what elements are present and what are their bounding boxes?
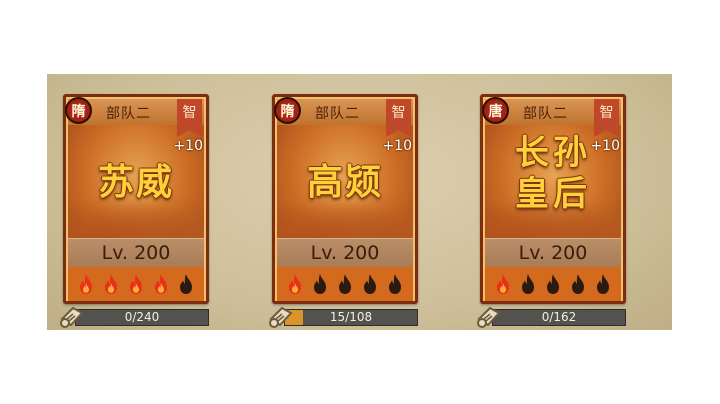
fragment-count: 15/108 [329,310,373,324]
troop-label: 部队二 [315,106,360,122]
fragment-count: 0/162 [541,310,577,324]
attribute-label: 智 [182,105,197,121]
flame-star-empty-icon [522,274,535,294]
hero-name-line: 皇后 [515,174,591,214]
card-frame: 部队二 智 +10 长孙 皇后 Lv. 200 [483,97,623,301]
flame-star-empty-icon [596,274,609,294]
flame-star-lit-icon [129,274,142,294]
flame-star-empty-icon [388,274,401,294]
flame-star-lit-icon [497,274,510,294]
flame-star-lit-icon [105,274,118,294]
dynasty-seal: 隋 [274,97,301,124]
fragment-progress: 0/240 [59,306,209,328]
fragment-scroll-icon [477,306,501,328]
hero-card-1[interactable]: 部队二 智 +10 苏威 Lv. 200 隋 [63,94,209,304]
star-rating [277,267,413,301]
hero-name-line: 高颎 [306,161,383,203]
hero-card-3[interactable]: 部队二 智 +10 长孙 皇后 Lv. 200 唐 [480,94,626,304]
fragment-progress: 15/108 [268,306,418,328]
troop-label: 部队二 [106,106,151,122]
attribute-bonus: +10 [173,138,203,154]
level-label: Lv. 200 [68,238,204,267]
flame-star-lit-icon [80,274,93,294]
hero-name: 高颎 [277,153,413,205]
attribute-bonus: +10 [590,138,620,154]
card-frame: 部队二 智 +10 苏威 Lv. 200 [66,97,206,301]
flame-star-empty-icon [179,274,192,294]
hero-name: 苏威 [68,153,204,205]
hero-panel: 部队二 智 +10 苏威 Lv. 200 隋 0/240 部队二 智 +10 高… [47,74,672,330]
flame-star-lit-icon [289,274,302,294]
attribute-bonus: +10 [382,138,412,154]
star-rating [485,267,621,301]
card-frame: 部队二 智 +10 高颎 Lv. 200 [275,97,415,301]
dynasty-seal: 唐 [482,97,509,124]
attribute-label: 智 [391,105,406,121]
flame-star-empty-icon [363,274,376,294]
star-rating [68,267,204,301]
fragment-scroll-icon [60,306,84,328]
flame-star-empty-icon [338,274,351,294]
hero-card-2[interactable]: 部队二 智 +10 高颎 Lv. 200 隋 [272,94,418,304]
flame-star-empty-icon [314,274,327,294]
flame-star-empty-icon [546,274,559,294]
fragment-progress: 0/162 [476,306,626,328]
troop-label: 部队二 [523,106,568,122]
attribute-label: 智 [599,105,614,121]
flame-star-lit-icon [154,274,167,294]
fragment-count: 0/240 [124,310,160,324]
fragment-scroll-icon [269,306,293,328]
dynasty-seal: 隋 [65,97,92,124]
level-label: Lv. 200 [277,238,413,267]
level-label: Lv. 200 [485,238,621,267]
flame-star-empty-icon [571,274,584,294]
hero-name-line: 苏威 [97,161,174,203]
